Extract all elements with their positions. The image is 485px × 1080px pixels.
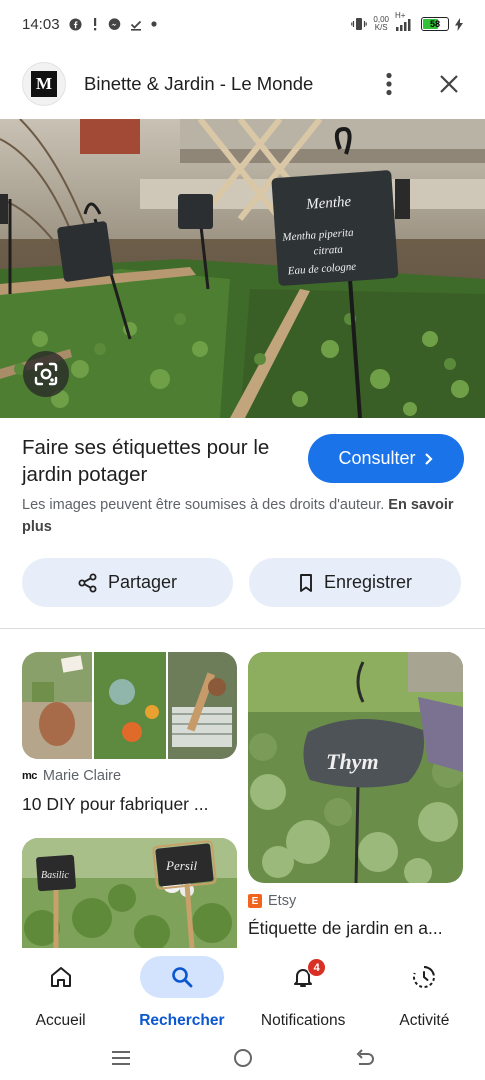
battery-level: 58 <box>429 19 440 29</box>
messenger-icon <box>108 17 121 31</box>
hero-image[interactable]: Menthe Mentha piperita citrata Eau de co… <box>0 119 485 418</box>
save-label: Enregistrer <box>323 572 413 592</box>
nav-home-label: Accueil <box>35 1012 86 1029</box>
le-monde-logo-text: M <box>31 71 57 97</box>
home-button[interactable] <box>182 1048 304 1068</box>
back-button[interactable] <box>304 1049 426 1067</box>
lens-icon <box>34 362 58 386</box>
google-lens-button[interactable] <box>23 351 69 397</box>
chevron-right-icon <box>424 452 433 465</box>
more-vert-icon <box>386 72 392 96</box>
sign-main-line1: Menthe <box>305 194 352 213</box>
related-source-1: Marie Claire <box>42 768 122 784</box>
related-title-1[interactable]: 10 DIY pour fabriquer ... <box>22 794 208 815</box>
close-icon <box>440 75 458 93</box>
signal-icon: H+ <box>395 11 415 31</box>
network-speed-unit: K/S <box>374 23 388 32</box>
menu-icon <box>111 1051 130 1065</box>
system-navigation <box>0 1036 485 1080</box>
status-bar: 14:03 0,00 K/S H+ 58 <box>0 0 485 48</box>
back-icon <box>356 1049 374 1065</box>
copyright-text: Les images peuvent être soumises à des d… <box>22 497 385 513</box>
close-button[interactable] <box>431 66 467 102</box>
nav-activity-icon-wrap <box>382 956 466 998</box>
persil-sign-text: Persil <box>165 858 197 873</box>
consult-label: Consulter <box>338 448 416 468</box>
download-done-icon <box>130 18 142 31</box>
source-header: M Binette & Jardin - Le Monde <box>0 56 485 112</box>
etsy-logo: E <box>248 894 262 908</box>
alert-icon <box>91 17 99 31</box>
sign-main-line3: citrata <box>313 243 344 257</box>
related-image-basilic[interactable]: Basilic Persil <box>22 838 237 948</box>
share-button[interactable]: Partager <box>22 558 233 607</box>
thym-sign-text: Thym <box>326 749 379 774</box>
result-title: Faire ses étiquettes pour le jardin pota… <box>22 436 270 486</box>
share-label: Partager <box>107 572 178 592</box>
nav-search-icon-wrap <box>139 956 224 998</box>
network-speed: 0,00 K/S <box>373 16 389 32</box>
home-circle-icon <box>233 1049 252 1067</box>
nav-home-icon-wrap <box>19 956 103 998</box>
copyright-notice: Les images peuvent être soumises à des d… <box>22 494 462 538</box>
search-icon <box>172 967 193 988</box>
dot-icon <box>150 21 157 27</box>
recents-button[interactable] <box>60 1050 182 1066</box>
basilic-sign-text: Basilic <box>41 870 69 881</box>
consult-button[interactable]: Consulter <box>308 434 464 483</box>
header-title: Binette & Jardin - Le Monde <box>84 73 314 94</box>
nav-search-label: Rechercher <box>139 1012 225 1029</box>
nav-home[interactable]: Accueil <box>0 948 121 1036</box>
facebook-icon <box>69 17 82 31</box>
related-source-2: Etsy <box>268 893 297 909</box>
status-time: 14:03 <box>22 15 60 33</box>
marie-claire-logo: mc <box>22 770 37 782</box>
le-monde-logo[interactable]: M <box>22 62 66 106</box>
divider <box>0 628 485 629</box>
nav-notifications-icon-wrap: 4 <box>261 956 345 998</box>
bottom-navigation: Accueil Rechercher 4 Notifications Activ… <box>0 948 485 1036</box>
related-image-thym[interactable]: Thym <box>248 652 463 883</box>
nav-notifications[interactable]: 4 Notifications <box>243 948 364 1036</box>
nav-search[interactable]: Rechercher <box>121 948 242 1036</box>
charging-icon <box>455 17 463 31</box>
bookmark-icon <box>300 573 312 592</box>
share-icon <box>78 573 97 592</box>
history-icon <box>413 966 436 988</box>
battery-icon: 58 <box>421 17 449 31</box>
related-source-row-2[interactable]: E Etsy <box>248 893 296 909</box>
nav-activity[interactable]: Activité <box>364 948 485 1036</box>
nav-notifications-label: Notifications <box>260 1012 346 1029</box>
related-source-row-1[interactable]: mc Marie Claire <box>22 768 121 784</box>
related-image-diy[interactable] <box>22 652 237 759</box>
save-button[interactable]: Enregistrer <box>249 558 461 607</box>
network-type: H+ <box>395 11 406 20</box>
vibrate-icon <box>351 17 368 31</box>
home-icon <box>50 967 71 987</box>
notification-badge: 4 <box>307 958 327 977</box>
more-options-button[interactable] <box>369 64 409 104</box>
nav-activity-label: Activité <box>399 1012 450 1029</box>
related-title-2[interactable]: Étiquette de jardin en a... <box>248 918 443 939</box>
